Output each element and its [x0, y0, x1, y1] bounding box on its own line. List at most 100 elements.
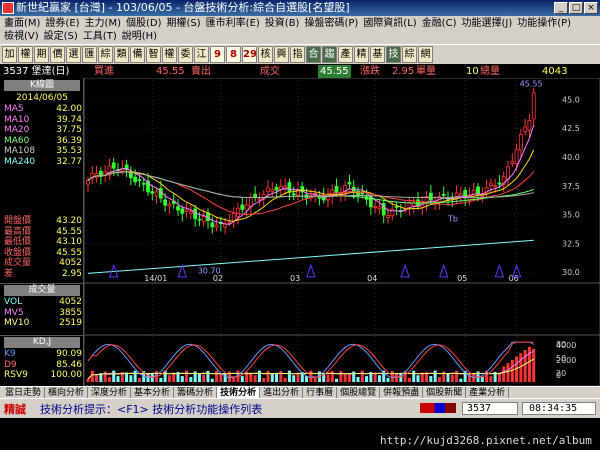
toolbar-button-15[interactable]: 29: [242, 46, 257, 63]
close-button[interactable]: ×: [584, 2, 598, 14]
tab-8[interactable]: 個股總覽: [337, 387, 381, 398]
x-tick-label: 14/01: [144, 274, 167, 283]
toolbar-button-23[interactable]: 基: [370, 46, 385, 63]
menu-row2-2[interactable]: 工具(T): [83, 30, 117, 43]
tab-4[interactable]: 籌碼分析: [174, 387, 218, 398]
menu-row2-1[interactable]: 設定(S): [44, 30, 78, 43]
toolbar-button-2[interactable]: 期: [34, 46, 49, 63]
candle-body: [231, 212, 236, 222]
tab-6[interactable]: 進出分析: [260, 387, 304, 398]
volume-bar: [412, 370, 416, 382]
volume-bar: [502, 366, 506, 382]
toolbar-button-11[interactable]: 委: [178, 46, 193, 63]
menu-row1-1[interactable]: 證券(E): [45, 17, 79, 30]
toolbar-button-8[interactable]: 備: [130, 46, 145, 63]
quote-list-row: 收盤價 45.55: [4, 248, 82, 258]
menu-row1-3[interactable]: 個股(D): [126, 17, 162, 30]
toolbar-button-22[interactable]: 精: [354, 46, 369, 63]
toolbar-button-24[interactable]: 技: [386, 46, 401, 63]
toolbar-button-6[interactable]: 綜: [98, 46, 113, 63]
toolbar-button-18[interactable]: 指: [290, 46, 305, 63]
tab-2[interactable]: 深度分析: [88, 387, 132, 398]
candle-body: [141, 182, 146, 185]
toolbar-button-19[interactable]: 合: [306, 46, 321, 63]
toolbar-button-5[interactable]: 匯: [82, 46, 97, 63]
tab-7[interactable]: 行事曆: [303, 387, 338, 398]
toolbar-button-7[interactable]: 類: [114, 46, 129, 63]
y-tick-label: 40.0: [562, 153, 580, 162]
toolbar-button-16[interactable]: 核: [258, 46, 273, 63]
menu-row1-9[interactable]: 金融(C): [422, 17, 457, 30]
menu-row1-6[interactable]: 投資(B): [265, 17, 300, 30]
candle-body: [493, 185, 498, 188]
toolbar-button-14[interactable]: 8: [226, 46, 241, 63]
tab-5[interactable]: 技術分析: [217, 387, 261, 398]
volume-bar: [206, 370, 210, 382]
toolbar-button-12[interactable]: 江: [194, 46, 209, 63]
legend-value: 45.55: [56, 247, 82, 258]
menu-row1-5[interactable]: 匯市利率(E): [206, 17, 260, 30]
menu-row1-8[interactable]: 國際資訊(L): [363, 17, 416, 30]
maximize-button[interactable]: □: [569, 2, 583, 14]
candle-body: [428, 192, 433, 201]
toolbar-button-9[interactable]: 智: [146, 46, 161, 63]
volume-bar: [185, 370, 189, 382]
volume-bar: [159, 377, 163, 382]
menu-row-2: 檢視(V) 設定(S) 工具(T) 說明(H): [4, 30, 162, 43]
price-chart[interactable]: 45.042.540.037.535.032.530.014/01 02 03 04 0…: [84, 78, 600, 386]
ma-line-5: [87, 124, 535, 225]
volume-bar: [480, 376, 484, 382]
candle-body: [163, 199, 168, 206]
menu-row1-4[interactable]: 期權(S): [167, 17, 201, 30]
tab-0[interactable]: 當日走勢: [2, 387, 46, 398]
toolbar-button-20[interactable]: 趨: [322, 46, 337, 63]
candle-body: [394, 205, 399, 208]
volume-bar: [390, 371, 394, 382]
legend-key: K9: [4, 349, 16, 359]
menu-row1-0[interactable]: 畫面(M): [4, 17, 40, 30]
kd-list-row: RSV9 100.00: [4, 370, 82, 380]
status-bar: 精誠 技術分析提示：<F1> 技術分析功能操作列表 3537 08:34:35: [0, 398, 600, 418]
menu-row1-2[interactable]: 主力(M): [85, 17, 121, 30]
volume-bar: [257, 370, 261, 382]
candle-body: [334, 185, 339, 194]
ma-line-240: [87, 239, 534, 274]
menu-row1-10[interactable]: 功能選擇(J): [461, 17, 512, 30]
kd-tick-label: 50: [556, 354, 566, 363]
toolbar-button-21[interactable]: 產: [338, 46, 353, 63]
tab-10[interactable]: 個股新聞: [423, 387, 467, 398]
code-field[interactable]: 3537: [462, 402, 518, 415]
menu-row1-11[interactable]: 功能操作(P): [517, 17, 571, 30]
menu-row2-3[interactable]: 說明(H): [122, 30, 157, 43]
vol-list-row: VOL 4052: [4, 297, 82, 307]
toolbar-button-1[interactable]: 權: [18, 46, 33, 63]
minimize-button[interactable]: _: [554, 2, 568, 14]
volume-bar: [197, 373, 201, 382]
toolbar-button-0[interactable]: 加: [2, 46, 17, 63]
toolbar-button-13[interactable]: 9: [210, 46, 225, 63]
toolbar-button-3[interactable]: 價: [50, 46, 65, 63]
rise-label: 漲跌: [360, 66, 380, 77]
volume-bar: [116, 376, 120, 382]
volume-bar: [356, 376, 360, 382]
toolbar-button-10[interactable]: 權: [162, 46, 177, 63]
legend-key: 最高價: [4, 226, 32, 237]
tab-3[interactable]: 基本分析: [131, 387, 175, 398]
status-hint: 技術分析提示：<F1> 技術分析功能操作列表: [40, 403, 263, 416]
toolbar-button-4[interactable]: 選: [66, 46, 81, 63]
volume-bar: [103, 371, 107, 382]
tab-11[interactable]: 產業分析: [466, 387, 510, 398]
volume-panel: [84, 282, 600, 336]
kline-title[interactable]: K線圖: [4, 80, 80, 91]
legend-value: 43.20: [56, 216, 82, 226]
toolbar-button-25[interactable]: 綜: [402, 46, 417, 63]
tab-1[interactable]: 橫向分析: [45, 387, 89, 398]
app-icon: [2, 2, 14, 14]
menu-row1-7[interactable]: 操盤密碼(P): [304, 17, 358, 30]
menu-row2-0[interactable]: 檢視(V): [4, 30, 39, 43]
toolbar-button-26[interactable]: 網: [418, 46, 433, 63]
tab-9[interactable]: 併報預盡: [380, 387, 424, 398]
vol-list-row: MV10 2519: [4, 318, 82, 328]
toolbar-button-17[interactable]: 興: [274, 46, 289, 63]
volume-bar: [455, 370, 459, 382]
